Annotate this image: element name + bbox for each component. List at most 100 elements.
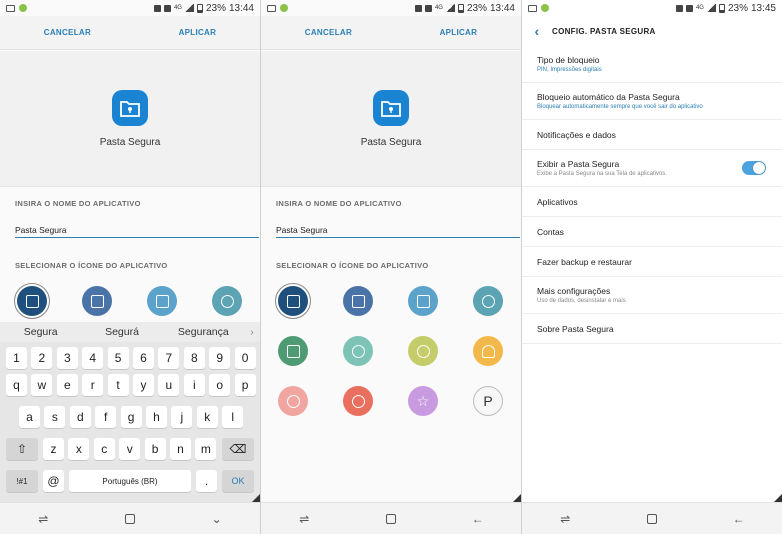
nav-bar: ⇌ ⌄ xyxy=(0,502,260,534)
key-f[interactable]: f xyxy=(95,406,117,428)
app-name-input[interactable] xyxy=(276,222,520,238)
back-icon[interactable]: ← xyxy=(471,512,485,526)
symbols-key[interactable]: !#1 xyxy=(6,470,38,492)
period-key[interactable]: . xyxy=(196,470,217,492)
settings-item-title: Mais configurações xyxy=(537,286,611,296)
star-icon[interactable]: ☆ xyxy=(408,386,438,416)
gear-icon[interactable] xyxy=(343,336,373,366)
key-k[interactable]: k xyxy=(196,406,218,428)
settings-item[interactable]: Bloqueio automático da Pasta Segura Bloqu… xyxy=(522,83,782,120)
space-key[interactable]: Português (BR) xyxy=(69,470,191,492)
piggy-bank-icon[interactable] xyxy=(343,386,373,416)
settings-item[interactable]: Contas xyxy=(522,217,782,247)
document-icon[interactable] xyxy=(147,286,177,316)
key-l[interactable]: l xyxy=(222,406,244,428)
settings-item[interactable]: Mais configurações Uso de dados, desinsta… xyxy=(522,277,782,314)
key-z[interactable]: z xyxy=(43,438,64,460)
settings-item-title: Aplicativos xyxy=(537,196,578,207)
check-folder-icon[interactable] xyxy=(275,283,311,319)
document-icon[interactable] xyxy=(408,286,438,316)
key-i[interactable]: i xyxy=(183,374,205,396)
key-m[interactable]: m xyxy=(195,438,217,460)
briefcase-icon[interactable] xyxy=(82,286,112,316)
hide-keyboard-icon[interactable]: ⌄ xyxy=(210,512,224,526)
settings-item[interactable]: Notificações e dados xyxy=(522,120,782,150)
back-arrow-icon[interactable]: ‹ xyxy=(522,23,552,39)
key-s[interactable]: s xyxy=(44,406,66,428)
key-a[interactable]: a xyxy=(19,406,40,428)
key-u[interactable]: u xyxy=(158,374,180,396)
backspace-key[interactable]: ⌫ xyxy=(222,438,254,460)
key-0[interactable]: 0 xyxy=(234,347,256,369)
cancel-button[interactable]: CANCELAR xyxy=(305,28,352,37)
name-section-label: INSIRA O NOME DO APLICATIVO xyxy=(15,199,141,208)
home-icon[interactable] xyxy=(123,512,137,526)
recents-icon[interactable]: ⇌ xyxy=(297,512,311,526)
show-folder-toggle[interactable] xyxy=(742,161,766,175)
apply-button[interactable]: APLICAR xyxy=(179,28,217,37)
chevron-right-icon[interactable]: › xyxy=(244,326,260,338)
image-icon[interactable] xyxy=(278,336,308,366)
key-o[interactable]: o xyxy=(209,374,231,396)
key-7[interactable]: 7 xyxy=(158,347,180,369)
key-y[interactable]: y xyxy=(133,374,154,396)
heart-icon[interactable] xyxy=(278,386,308,416)
key-h[interactable]: h xyxy=(146,406,167,428)
letter-p-icon[interactable]: P xyxy=(473,386,503,416)
key-e[interactable]: e xyxy=(56,374,78,396)
key-n[interactable]: n xyxy=(170,438,191,460)
at-key[interactable]: @ xyxy=(43,470,64,492)
recents-icon[interactable]: ⇌ xyxy=(36,512,50,526)
cancel-button[interactable]: CANCELAR xyxy=(44,28,91,37)
key-8[interactable]: 8 xyxy=(183,347,205,369)
suggestion-1[interactable]: Segura xyxy=(0,326,81,338)
nfc-icon xyxy=(685,4,693,12)
home-icon[interactable] xyxy=(645,512,659,526)
icon-section-label: SELECIONAR O ÍCONE DO APLICATIVO xyxy=(276,261,429,270)
key-g[interactable]: g xyxy=(120,406,142,428)
settings-item[interactable]: Sobre Pasta Segura xyxy=(522,314,782,344)
apply-button[interactable]: APLICAR xyxy=(440,28,478,37)
key-r[interactable]: r xyxy=(82,374,104,396)
key-c[interactable]: c xyxy=(93,438,115,460)
key-9[interactable]: 9 xyxy=(209,347,231,369)
headphones-icon[interactable] xyxy=(473,336,503,366)
key-p[interactable]: p xyxy=(234,374,256,396)
recents-icon[interactable]: ⇌ xyxy=(558,512,572,526)
key-q[interactable]: q xyxy=(6,374,27,396)
shift-key[interactable]: ⇧ xyxy=(6,438,38,460)
battery-icon xyxy=(457,3,464,13)
key-4[interactable]: 4 xyxy=(82,347,104,369)
network-type: 4G xyxy=(695,5,704,11)
settings-item[interactable]: Tipo de bloqueio PIN, Impressões digitais xyxy=(522,46,782,83)
home-icon[interactable] xyxy=(384,512,398,526)
briefcase-icon[interactable] xyxy=(343,286,373,316)
key-6[interactable]: 6 xyxy=(133,347,154,369)
key-3[interactable]: 3 xyxy=(56,347,78,369)
settings-item[interactable]: Fazer backup e restaurar xyxy=(522,247,782,277)
key-w[interactable]: w xyxy=(31,374,53,396)
edit-header: CANCELAR APLICAR xyxy=(261,16,521,50)
check-folder-icon[interactable] xyxy=(14,283,50,319)
key-j[interactable]: j xyxy=(171,406,193,428)
app-name-input[interactable] xyxy=(15,222,259,238)
ok-key[interactable]: OK xyxy=(222,470,254,492)
chat-icon[interactable] xyxy=(212,286,242,316)
key-2[interactable]: 2 xyxy=(31,347,53,369)
key-v[interactable]: v xyxy=(119,438,141,460)
back-icon[interactable]: ← xyxy=(732,512,746,526)
chat-icon[interactable] xyxy=(473,286,503,316)
key-1[interactable]: 1 xyxy=(6,347,27,369)
settings-item[interactable]: Aplicativos xyxy=(522,187,782,217)
key-t[interactable]: t xyxy=(107,374,129,396)
key-5[interactable]: 5 xyxy=(107,347,129,369)
key-d[interactable]: d xyxy=(69,406,91,428)
bicycle-icon[interactable] xyxy=(408,336,438,366)
suggestion-3[interactable]: Segurança xyxy=(163,326,244,338)
alarm-icon xyxy=(153,4,161,12)
key-b[interactable]: b xyxy=(144,438,166,460)
suggestion-2[interactable]: Segurá xyxy=(81,326,162,338)
network-type: 4G xyxy=(434,5,443,11)
settings-item[interactable]: Exibir a Pasta Segura Exibe a Pasta Segur… xyxy=(522,150,782,187)
key-x[interactable]: x xyxy=(68,438,90,460)
